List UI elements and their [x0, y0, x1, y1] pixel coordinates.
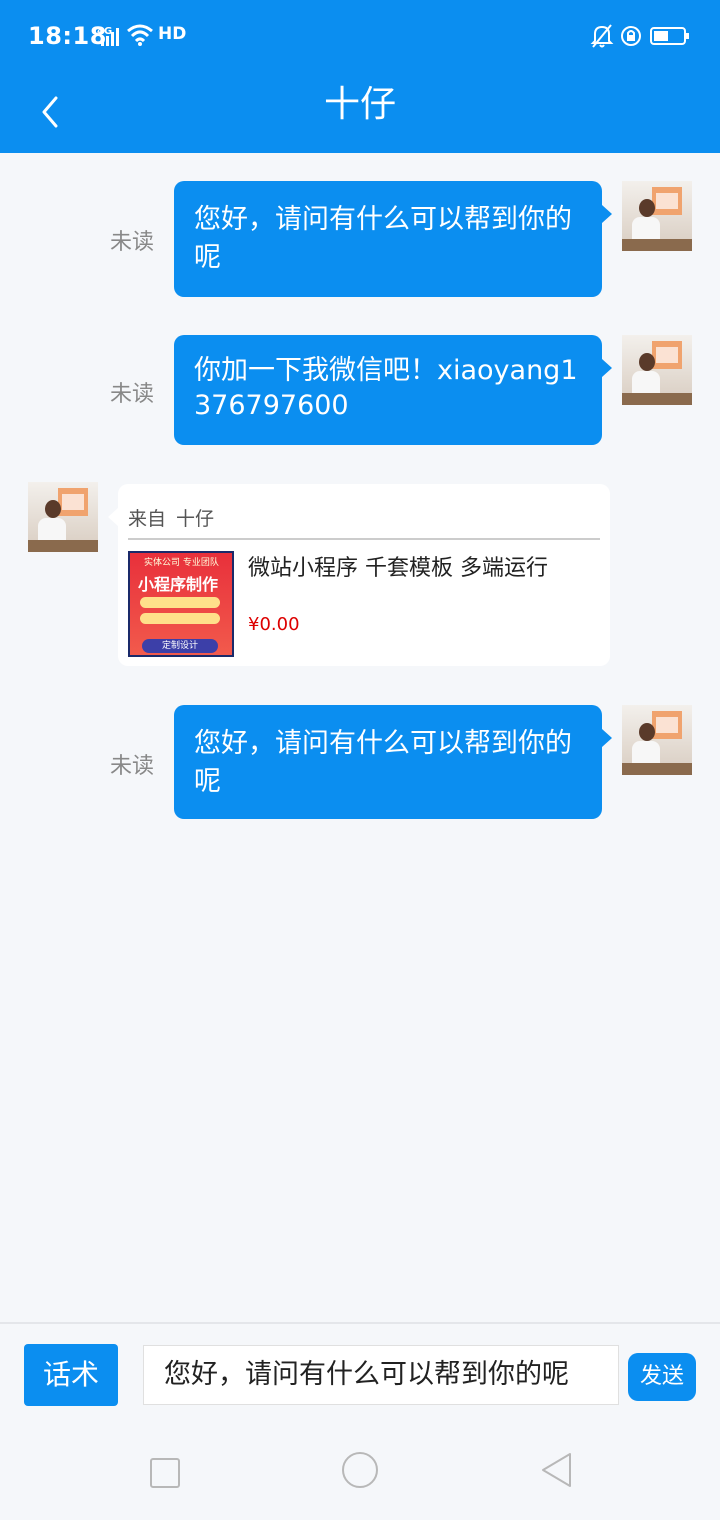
input-bar: 话术 您好，请问有什么可以帮到你的呢 发送 [0, 1322, 720, 1424]
avatar[interactable] [622, 181, 692, 251]
product-card[interactable]: 来自 十仔 实体公司 专业团队 小程序制作 定制设计 微站小程序 千套模板 多端运… [108, 484, 610, 666]
home-icon[interactable] [342, 1452, 378, 1488]
avatar[interactable] [28, 482, 98, 552]
unread-label: 未读 [110, 754, 155, 779]
product-title: 微站小程序 千套模板 多端运行 [248, 556, 548, 581]
hd-badge: HD [158, 24, 187, 44]
unread-label: 未读 [110, 382, 155, 407]
message-bubble[interactable]: 您好，请问有什么可以帮到你的呢 [174, 181, 612, 297]
divider [128, 538, 600, 540]
wifi-icon [127, 24, 153, 46]
script-button[interactable]: 话术 [24, 1344, 118, 1406]
message-bubble[interactable]: 您好，请问有什么可以帮到你的呢 [174, 705, 612, 819]
battery-icon [650, 27, 689, 45]
message-bubble[interactable]: 你加一下我微信吧！xiaoyang1376797600 [174, 335, 612, 445]
rotation-lock-icon [621, 26, 641, 46]
send-button[interactable]: 发送 [628, 1353, 696, 1401]
product-price: ¥0.00 [248, 614, 300, 635]
thumb-button: 定制设计 [142, 639, 218, 653]
top-bar: 18:18 4G HD 十仔 [0, 0, 720, 153]
thumb-feature-bar [140, 613, 220, 624]
back-triangle-icon[interactable] [540, 1452, 574, 1488]
avatar[interactable] [622, 705, 692, 775]
recent-apps-icon[interactable] [150, 1458, 180, 1488]
status-time: 18:18 [28, 22, 107, 50]
avatar[interactable] [622, 335, 692, 405]
system-nav-bar [0, 1424, 720, 1520]
chat-header: 十仔 [0, 72, 720, 153]
card-from-name: 十仔 [176, 508, 215, 530]
thumb-feature-bar [140, 597, 220, 608]
thumb-top-text: 实体公司 专业团队 [144, 558, 219, 568]
status-bar: 18:18 4G HD [0, 0, 720, 72]
thumb-main-text: 小程序制作 [138, 575, 219, 594]
product-thumbnail[interactable]: 实体公司 专业团队 小程序制作 定制设计 [128, 551, 234, 657]
unread-label: 未读 [110, 230, 155, 255]
page-title: 十仔 [323, 84, 396, 125]
bell-off-icon [590, 24, 614, 48]
card-from-label: 来自 [128, 508, 167, 530]
card-source: 来自 十仔 [128, 504, 214, 531]
signal-icon [101, 28, 119, 46]
message-input[interactable]: 您好，请问有什么可以帮到你的呢 [143, 1345, 619, 1405]
